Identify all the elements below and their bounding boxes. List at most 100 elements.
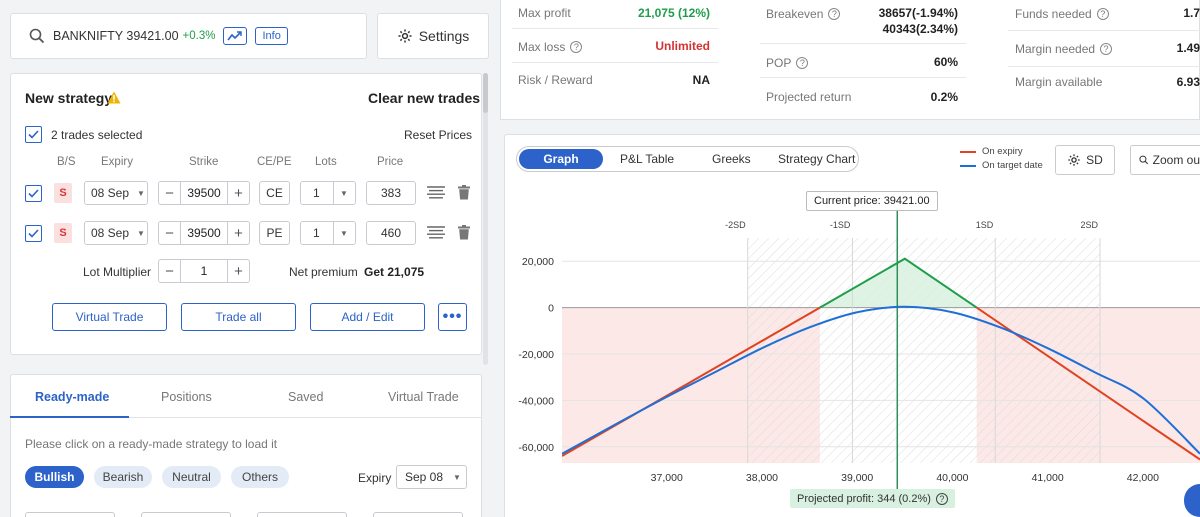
warning-icon bbox=[107, 91, 121, 104]
expiry-select[interactable]: 08 Sep ▼ bbox=[84, 181, 148, 205]
lots-select[interactable]: 1 ▼ bbox=[300, 221, 356, 245]
plus-icon[interactable]: + bbox=[228, 260, 249, 282]
plus-icon[interactable]: + bbox=[228, 222, 249, 244]
add-edit-button[interactable]: Add / Edit bbox=[310, 303, 425, 331]
sd-settings-button[interactable]: SD bbox=[1055, 145, 1115, 175]
price-input[interactable]: 383 bbox=[366, 181, 416, 205]
strategy-thumb[interactable] bbox=[257, 512, 347, 517]
minus-icon[interactable]: − bbox=[159, 260, 180, 282]
zoom-label: Zoom ou bbox=[1152, 153, 1200, 167]
settings-button[interactable]: Settings bbox=[377, 13, 489, 59]
breakeven-value-1: 38657(-1.94%) bbox=[878, 6, 958, 20]
lots-select[interactable]: 1 ▼ bbox=[300, 181, 356, 205]
tab-greeks[interactable]: Greeks bbox=[712, 152, 751, 166]
help-icon[interactable]: ? bbox=[935, 492, 948, 505]
plus-icon[interactable]: + bbox=[228, 182, 249, 204]
tab-graph[interactable]: Graph bbox=[519, 149, 603, 169]
check-icon bbox=[28, 189, 39, 198]
virtual-trade-button[interactable]: Virtual Trade bbox=[52, 303, 167, 331]
drag-handle-icon[interactable] bbox=[427, 186, 445, 199]
lot-multiplier-label: Lot Multiplier bbox=[83, 265, 152, 279]
max-loss-value: Unlimited bbox=[655, 39, 710, 53]
current-price-tooltip: Current price: 39421.00 bbox=[806, 191, 938, 211]
strategy-thumb[interactable] bbox=[373, 512, 463, 517]
left-panel-scrollbar[interactable] bbox=[483, 73, 488, 365]
x-tick-label: 37,000 bbox=[651, 472, 683, 484]
option-type-field[interactable]: CE bbox=[259, 181, 290, 205]
side-badge[interactable]: S bbox=[54, 223, 72, 243]
check-icon bbox=[28, 130, 39, 139]
reset-prices-button[interactable]: Reset Prices bbox=[404, 128, 472, 142]
info-button[interactable]: Info bbox=[255, 27, 288, 45]
tab-pl-table[interactable]: P&L Table bbox=[620, 152, 674, 166]
trash-icon[interactable] bbox=[458, 225, 470, 240]
x-tick-label: 39,000 bbox=[841, 472, 873, 484]
chevron-down-icon: ▼ bbox=[340, 228, 348, 238]
tabs-divider bbox=[129, 417, 482, 418]
legend-on-expiry: On expiry bbox=[982, 146, 1023, 157]
sd-label: -2SD bbox=[725, 220, 746, 230]
y-tick-label: -40,000 bbox=[518, 395, 554, 407]
strike-stepper[interactable]: − 39500 + bbox=[158, 181, 250, 205]
col-header-expiry: Expiry bbox=[101, 156, 133, 168]
strike-value[interactable]: 39500 bbox=[180, 182, 228, 204]
filter-neutral[interactable]: Neutral bbox=[162, 466, 221, 488]
symbol-search-box[interactable]: BANKNIFTY 39421.00 +0.3% Info bbox=[10, 13, 367, 59]
sd-label: -1SD bbox=[830, 220, 851, 230]
strategy-thumb[interactable] bbox=[141, 512, 231, 517]
col-header-strike: Strike bbox=[189, 156, 219, 168]
help-icon[interactable]: ? bbox=[828, 8, 841, 20]
expiry-filter-select[interactable]: Sep 08 ▼ bbox=[396, 465, 467, 489]
filter-bearish[interactable]: Bearish bbox=[94, 466, 152, 488]
payoff-chart[interactable]: 20,000 0 -20,000 -40,000 -60,000 37,000 38,000… bbox=[504, 186, 1200, 517]
expiry-filter-label: Expiry bbox=[358, 471, 392, 485]
strike-stepper[interactable]: − 39500 + bbox=[158, 221, 250, 245]
help-icon[interactable]: ? bbox=[1100, 43, 1113, 55]
settings-label: Settings bbox=[418, 28, 470, 44]
help-icon[interactable]: ? bbox=[570, 41, 583, 53]
gear-icon bbox=[1068, 154, 1080, 166]
strategy-thumb[interactable] bbox=[25, 512, 115, 517]
tab-positions[interactable]: Positions bbox=[161, 390, 212, 404]
check-icon bbox=[28, 229, 39, 238]
option-type-field[interactable]: PE bbox=[259, 221, 290, 245]
help-icon[interactable]: ? bbox=[1096, 8, 1109, 20]
minus-icon[interactable]: − bbox=[159, 182, 180, 204]
trade-all-button[interactable]: Trade all bbox=[181, 303, 296, 331]
filter-bullish[interactable]: Bullish bbox=[25, 466, 84, 488]
lot-multiplier-stepper[interactable]: − 1 + bbox=[158, 259, 250, 283]
side-badge[interactable]: S bbox=[54, 183, 72, 203]
max-profit-value: 21,075 (12%) bbox=[637, 6, 710, 20]
select-all-checkbox[interactable] bbox=[25, 126, 42, 143]
tab-virtual-trade[interactable]: Virtual Trade bbox=[388, 390, 459, 404]
price-input[interactable]: 460 bbox=[366, 221, 416, 245]
col-header-price: Price bbox=[377, 156, 404, 168]
minus-icon[interactable]: − bbox=[159, 222, 180, 244]
trash-icon[interactable] bbox=[458, 185, 470, 200]
x-tick-label: 38,000 bbox=[746, 472, 778, 484]
trend-chart-icon bbox=[227, 31, 243, 41]
expiry-select[interactable]: 08 Sep ▼ bbox=[84, 221, 148, 245]
y-tick-label: 20,000 bbox=[522, 256, 554, 268]
chart-button[interactable] bbox=[223, 27, 248, 45]
more-options-button[interactable]: ••• bbox=[438, 303, 467, 331]
chevron-down-icon: ▼ bbox=[137, 228, 145, 238]
projected-profit-badge: Projected profit: 344 (0.2%) ? bbox=[790, 489, 955, 508]
drag-handle-icon[interactable] bbox=[427, 226, 445, 239]
tab-strategy-chart[interactable]: Strategy Chart bbox=[778, 152, 855, 166]
strike-value[interactable]: 39500 bbox=[180, 222, 228, 244]
sd-label: SD bbox=[1086, 153, 1103, 167]
risk-reward-label: Risk / Reward bbox=[518, 73, 593, 87]
trade-checkbox[interactable] bbox=[25, 225, 42, 242]
y-tick-label: -20,000 bbox=[518, 349, 554, 361]
tab-saved[interactable]: Saved bbox=[288, 390, 323, 404]
filter-others[interactable]: Others bbox=[231, 466, 289, 488]
lot-multiplier-value[interactable]: 1 bbox=[180, 260, 228, 282]
tab-ready-made[interactable]: Ready-made bbox=[35, 390, 109, 404]
trade-checkbox[interactable] bbox=[25, 185, 42, 202]
col-header-lots: Lots bbox=[315, 156, 337, 168]
help-icon[interactable]: ? bbox=[796, 57, 809, 69]
zoom-out-button[interactable]: Zoom ou bbox=[1130, 145, 1200, 175]
clear-new-trades-button[interactable]: Clear new trades bbox=[368, 90, 480, 106]
risk-reward-value: NA bbox=[692, 73, 710, 87]
